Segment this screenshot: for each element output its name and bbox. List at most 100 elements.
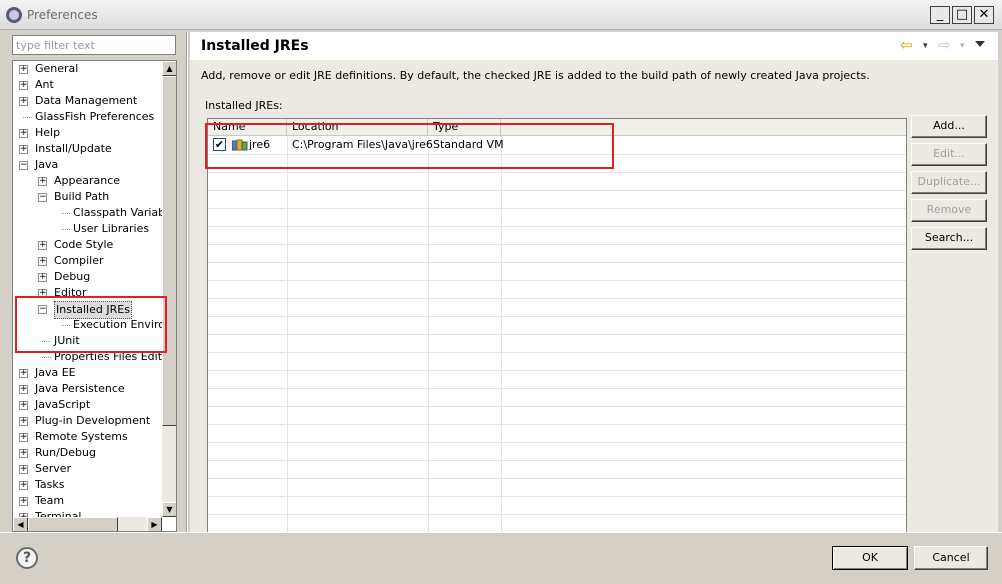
tree-item-label: Tasks (35, 478, 65, 491)
expand-icon[interactable]: + (19, 497, 28, 506)
collapse-icon[interactable]: − (19, 161, 28, 170)
back-arrow-icon[interactable]: ⇦ (900, 36, 913, 54)
tree-item[interactable]: + Terminal (13, 509, 163, 517)
tree-item[interactable]: + Plug-in Development (13, 413, 163, 429)
tree-item[interactable]: GlassFish Preferences (13, 109, 163, 125)
add-button[interactable]: Add... (911, 115, 987, 138)
tree-item[interactable]: − Java (13, 157, 163, 173)
table-grid-line (208, 352, 906, 353)
expand-icon[interactable]: + (19, 449, 28, 458)
tree-item-label: GlassFish Preferences (35, 110, 155, 123)
table-grid-line (208, 208, 906, 209)
tree-item[interactable]: + Server (13, 461, 163, 477)
search-button[interactable]: Search... (911, 227, 987, 250)
tree-item[interactable]: + Team (13, 493, 163, 509)
tree-item[interactable]: + Remote Systems (13, 429, 163, 445)
table-grid-line (208, 190, 906, 191)
expand-icon[interactable]: + (38, 177, 47, 186)
duplicate-button[interactable]: Duplicate... (911, 171, 987, 194)
cancel-button[interactable]: Cancel (914, 546, 988, 570)
tree-item[interactable]: + Help (13, 125, 163, 141)
ok-button[interactable]: OK (832, 546, 908, 570)
tree-item-label: Ant (35, 78, 54, 91)
table-grid-line (208, 478, 906, 479)
collapse-icon[interactable]: − (38, 193, 47, 202)
forward-history-dropdown-icon[interactable]: ▾ (960, 41, 965, 51)
scroll-up-icon[interactable]: ▲ (162, 61, 176, 76)
minimize-button[interactable]: _ (930, 6, 950, 24)
expand-icon[interactable]: + (19, 385, 28, 394)
tree-item-label: General (35, 62, 79, 75)
expand-icon[interactable]: + (19, 97, 28, 106)
tree-item-label: Java Persistence (35, 382, 125, 395)
table-column-divider (428, 136, 429, 555)
table-grid-line (208, 514, 906, 515)
tree-vertical-scrollbar[interactable]: ▲ ▼ (162, 61, 176, 517)
tree-item[interactable]: + JavaScript (13, 397, 163, 413)
tree-item-label: Build Path (54, 190, 110, 203)
expand-icon[interactable]: + (38, 273, 47, 282)
tree-item-label: Classpath Variable (73, 206, 163, 219)
tree-item[interactable]: + Code Style (13, 237, 163, 253)
tree-item[interactable]: User Libraries (13, 221, 163, 237)
remove-button[interactable]: Remove (911, 199, 987, 222)
expand-icon[interactable]: + (19, 129, 28, 138)
page-header: Installed JREs ⇦ ▾ ⇨ ▾ (190, 32, 998, 60)
expand-icon[interactable]: + (19, 465, 28, 474)
forward-arrow-icon[interactable]: ⇨ (938, 36, 951, 54)
jre-row-highlight-box (205, 123, 614, 169)
scroll-left-icon[interactable]: ◀ (13, 517, 28, 531)
table-grid-line (208, 244, 906, 245)
tree-items-container: + General + Ant + Data Management GlassFish Pr… (13, 61, 163, 517)
expand-icon[interactable]: + (19, 433, 28, 442)
expand-icon[interactable]: + (19, 401, 28, 410)
tree-item[interactable]: + General (13, 61, 163, 77)
panel-sash[interactable] (186, 32, 188, 532)
table-grid-line (208, 388, 906, 389)
page-description: Add, remove or edit JRE definitions. By … (201, 69, 870, 82)
tree-item-label: Appearance (54, 174, 121, 187)
expand-icon[interactable]: + (38, 257, 47, 266)
close-button[interactable]: ✕ (974, 6, 994, 24)
tree-item[interactable]: Classpath Variable (13, 205, 163, 221)
tree-item[interactable]: + Run/Debug (13, 445, 163, 461)
tree-item-label: User Libraries (73, 222, 150, 235)
view-menu-icon[interactable] (975, 41, 985, 47)
tree-item[interactable]: + Java Persistence (13, 381, 163, 397)
filter-input[interactable] (12, 35, 176, 55)
tree-item-label: Java (35, 158, 59, 171)
maximize-button[interactable]: □ (952, 6, 972, 24)
expand-icon[interactable]: + (19, 417, 28, 426)
table-grid-line (208, 298, 906, 299)
tree-item-label: Plug-in Development (35, 414, 151, 427)
tree-horizontal-scrollbar[interactable]: ◀ ▶ (13, 517, 162, 531)
expand-icon[interactable]: + (38, 241, 47, 250)
jre-table[interactable]: Name Location Type ✔ jre6 C:\Program Fil… (207, 118, 907, 556)
tree-item-label: Data Management (35, 94, 138, 107)
tree-scroll-thumb[interactable] (162, 76, 176, 426)
tree-item[interactable]: + Tasks (13, 477, 163, 493)
expand-icon[interactable]: + (19, 369, 28, 378)
tree-hscroll-thumb[interactable] (28, 517, 118, 531)
scroll-down-icon[interactable]: ▼ (162, 502, 176, 517)
tree-item[interactable]: + Java EE (13, 365, 163, 381)
scroll-right-icon[interactable]: ▶ (147, 517, 162, 531)
tree-item[interactable]: + Install/Update (13, 141, 163, 157)
expand-icon[interactable]: + (19, 145, 28, 154)
tree-item[interactable]: + Compiler (13, 253, 163, 269)
table-grid-line (208, 316, 906, 317)
expand-icon[interactable]: + (19, 81, 28, 90)
expand-icon[interactable]: + (19, 65, 28, 74)
tree-item[interactable]: − Build Path (13, 189, 163, 205)
table-grid-line (208, 172, 906, 173)
back-history-dropdown-icon[interactable]: ▾ (923, 41, 928, 51)
tree-item[interactable]: + Ant (13, 77, 163, 93)
edit-button[interactable]: Edit... (911, 143, 987, 166)
eclipse-app-icon (6, 7, 22, 23)
tree-item[interactable]: + Appearance (13, 173, 163, 189)
tree-item[interactable]: + Data Management (13, 93, 163, 109)
expand-icon[interactable]: + (19, 481, 28, 490)
help-icon[interactable]: ? (16, 547, 38, 569)
tree-item[interactable]: + Debug (13, 269, 163, 285)
installed-jres-highlight-box (15, 296, 167, 353)
